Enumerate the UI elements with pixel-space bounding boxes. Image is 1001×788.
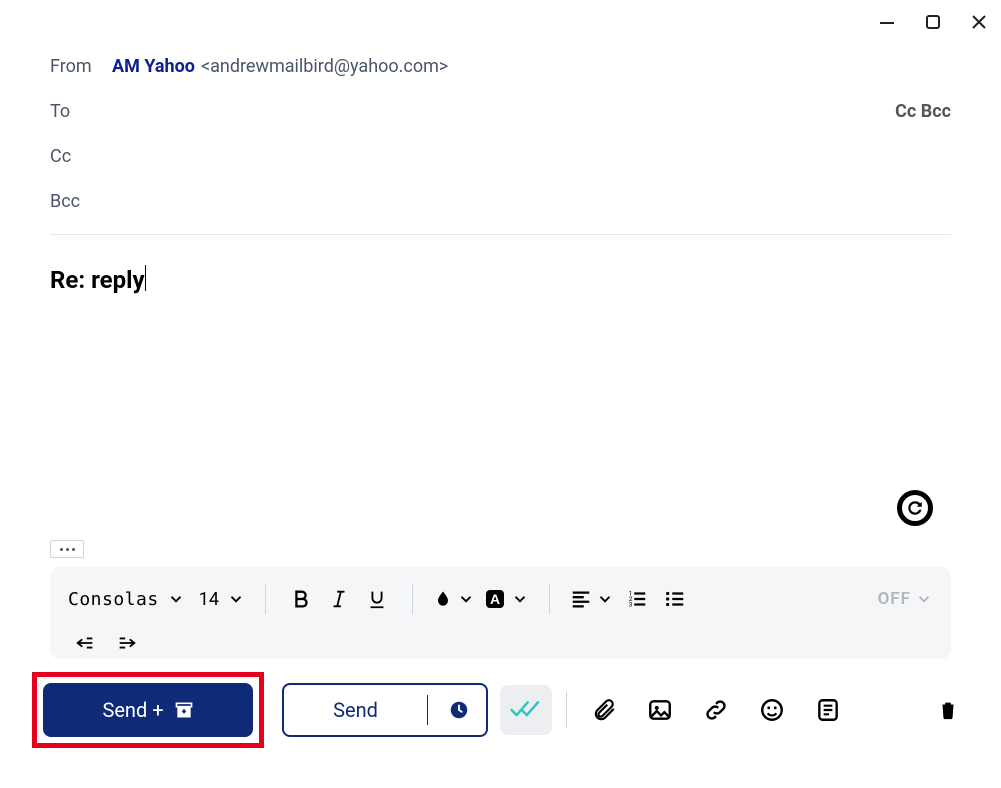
send-and-archive-button[interactable]: Send + bbox=[43, 683, 253, 737]
double-check-icon bbox=[509, 697, 543, 723]
chevron-down-icon bbox=[511, 590, 529, 608]
toolbar-separator bbox=[265, 584, 266, 614]
formatting-toolbar: Consolas 14 A 123 bbox=[50, 567, 951, 659]
from-row[interactable]: From AM Yahoo <andrewmailbird@yahoo.com> bbox=[50, 44, 951, 89]
read-receipt-button[interactable] bbox=[500, 685, 552, 735]
emoji-icon bbox=[759, 697, 785, 723]
minimize-button[interactable] bbox=[873, 8, 901, 36]
attach-file-button[interactable] bbox=[589, 695, 619, 725]
align-left-icon bbox=[570, 588, 592, 610]
font-size-selector[interactable]: 14 bbox=[199, 589, 219, 610]
bullet-list-button[interactable] bbox=[660, 584, 690, 614]
svg-text:3: 3 bbox=[629, 600, 633, 608]
toolbar-separator bbox=[412, 584, 413, 614]
minimize-icon bbox=[879, 14, 895, 30]
note-icon bbox=[815, 697, 841, 723]
clock-icon bbox=[448, 699, 470, 721]
droplet-icon bbox=[433, 589, 453, 609]
font-family-selector[interactable]: Consolas bbox=[68, 589, 159, 610]
to-row[interactable]: To Cc Bcc bbox=[50, 89, 951, 134]
cc-label: Cc bbox=[50, 146, 112, 167]
numbered-list-icon: 123 bbox=[626, 588, 648, 610]
off-label-text: OFF bbox=[878, 589, 911, 609]
paperclip-icon bbox=[591, 697, 617, 723]
link-icon bbox=[703, 697, 729, 723]
close-icon bbox=[971, 14, 987, 30]
schedule-send-button[interactable] bbox=[442, 699, 476, 721]
bold-icon bbox=[290, 588, 312, 610]
insert-image-button[interactable] bbox=[645, 695, 675, 725]
cc-bcc-toggle[interactable]: Cc Bcc bbox=[895, 101, 951, 122]
send-primary-label: Send + bbox=[102, 698, 163, 722]
text-cursor bbox=[145, 265, 146, 291]
archive-icon bbox=[174, 700, 194, 720]
align-button[interactable] bbox=[570, 588, 614, 610]
send-secondary-label: Send bbox=[284, 698, 427, 722]
discard-button[interactable] bbox=[933, 695, 963, 725]
insert-template-button[interactable] bbox=[813, 695, 843, 725]
italic-button[interactable] bbox=[324, 584, 354, 614]
bcc-label: Bcc bbox=[50, 191, 112, 212]
from-account-name: AM Yahoo bbox=[112, 56, 195, 77]
action-bar: Send + Send bbox=[32, 670, 969, 750]
attachment-actions bbox=[589, 695, 843, 725]
send-button[interactable]: Send bbox=[282, 683, 488, 737]
ellipsis-icon bbox=[60, 548, 63, 551]
window-controls bbox=[873, 8, 993, 36]
underline-button[interactable] bbox=[362, 584, 392, 614]
svg-text:A: A bbox=[490, 591, 500, 607]
image-icon bbox=[647, 697, 673, 723]
from-account-email: <andrewmailbird@yahoo.com> bbox=[201, 56, 448, 77]
underline-icon bbox=[366, 588, 388, 610]
insert-link-button[interactable] bbox=[701, 695, 731, 725]
annotation-highlight: Send + bbox=[32, 672, 264, 748]
outdent-button[interactable] bbox=[68, 628, 102, 658]
grammarly-icon bbox=[906, 499, 924, 517]
numbered-list-button[interactable]: 123 bbox=[622, 584, 652, 614]
indent-icon bbox=[116, 632, 138, 654]
chevron-down-icon bbox=[915, 590, 933, 608]
compose-header: From AM Yahoo <andrewmailbird@yahoo.com>… bbox=[0, 0, 1001, 235]
indent-button[interactable] bbox=[110, 628, 144, 658]
bold-button[interactable] bbox=[286, 584, 316, 614]
font-color-button[interactable] bbox=[433, 589, 475, 609]
text-highlight-icon: A bbox=[483, 587, 507, 611]
chevron-down-icon bbox=[596, 590, 614, 608]
cc-row[interactable]: Cc bbox=[50, 134, 951, 179]
subject-field[interactable]: Re: reply bbox=[0, 235, 196, 294]
message-body[interactable] bbox=[50, 320, 951, 558]
subject-text: Re: reply bbox=[50, 266, 145, 294]
action-separator bbox=[566, 692, 567, 728]
formatting-off-toggle[interactable]: OFF bbox=[878, 589, 933, 609]
chevron-down-icon bbox=[457, 590, 475, 608]
bcc-row[interactable]: Bcc bbox=[50, 179, 951, 224]
button-divider bbox=[427, 695, 428, 725]
insert-emoji-button[interactable] bbox=[757, 695, 787, 725]
close-button[interactable] bbox=[965, 8, 993, 36]
outdent-icon bbox=[74, 632, 96, 654]
from-label: From bbox=[50, 56, 112, 77]
italic-icon bbox=[328, 588, 350, 610]
toolbar-separator bbox=[549, 584, 550, 614]
to-label: To bbox=[50, 101, 112, 122]
highlight-color-button[interactable]: A bbox=[483, 587, 529, 611]
trash-icon bbox=[937, 698, 959, 722]
chevron-down-icon[interactable] bbox=[227, 590, 245, 608]
bullet-list-icon bbox=[664, 588, 686, 610]
chevron-down-icon[interactable] bbox=[167, 590, 185, 608]
trimmed-content-toggle[interactable] bbox=[50, 540, 84, 558]
grammarly-button[interactable] bbox=[897, 490, 933, 526]
maximize-icon bbox=[925, 14, 941, 30]
maximize-button[interactable] bbox=[919, 8, 947, 36]
